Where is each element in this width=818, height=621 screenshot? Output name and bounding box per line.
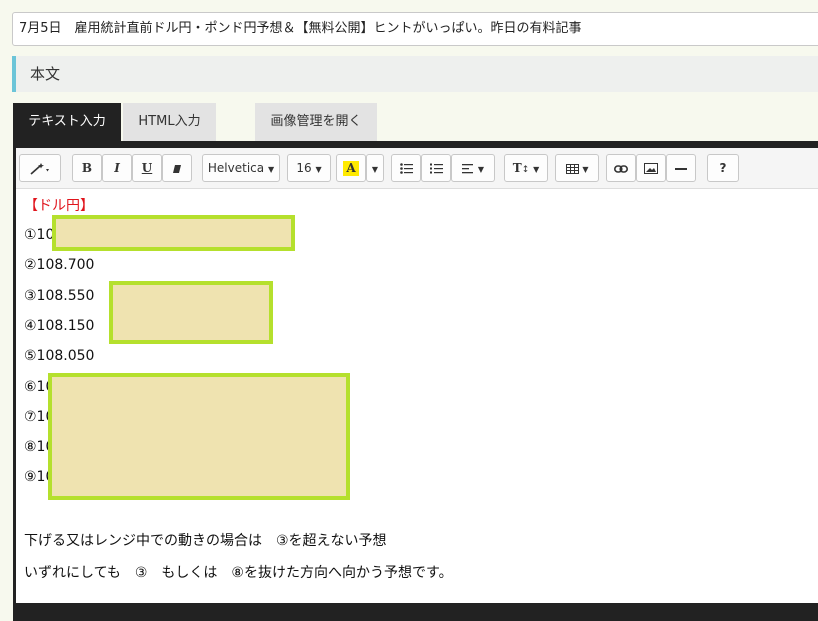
redaction-box	[52, 215, 295, 251]
tab-html-input[interactable]: HTML入力	[123, 103, 216, 141]
caret-down-icon: ▼	[582, 165, 589, 174]
link-button[interactable]	[606, 154, 636, 182]
italic-button[interactable]: I	[102, 154, 132, 182]
font-size-select[interactable]: 16 ▼	[287, 154, 331, 182]
content-heading: 【ドル円】	[24, 198, 94, 214]
insert-image-button[interactable]	[636, 154, 666, 182]
open-image-manager-button[interactable]: 画像管理を開く	[255, 103, 377, 141]
text-color-dropdown[interactable]: ▼	[366, 154, 384, 182]
table-dropdown[interactable]: ▼	[555, 154, 599, 182]
list-item: ④108.150	[24, 318, 95, 334]
align-left-icon	[462, 163, 473, 173]
list-item: ①10	[24, 227, 55, 243]
eraser-button[interactable]	[162, 154, 192, 182]
text-height-icon: T	[512, 161, 522, 175]
caret-down-icon: ▼	[315, 165, 322, 174]
list-item: ③108.550	[24, 288, 95, 304]
font-size-value: 16	[296, 161, 312, 175]
help-button[interactable]: ?	[707, 154, 739, 182]
list-item: ②108.700	[24, 257, 95, 273]
paragraph-align-dropdown[interactable]: ▼	[451, 154, 495, 182]
eraser-icon	[173, 164, 181, 173]
underline-button[interactable]: U	[132, 154, 162, 182]
font-family-value: Helvetica	[207, 161, 265, 175]
editor-toolbar: B I U Helvetica ▼ 16 ▼ A ▼ ▼ T↕ ▼ ▼ ?	[16, 148, 818, 189]
style-dropdown-button[interactable]	[19, 154, 61, 182]
image-icon	[644, 163, 658, 174]
unordered-list-icon	[399, 163, 413, 174]
summary-line: 下げる又はレンジ中での動きの場合は ③を超えない予想	[24, 533, 387, 549]
caret-down-icon: ▼	[477, 165, 484, 174]
table-icon	[565, 163, 579, 174]
magic-wand-icon	[30, 162, 49, 175]
section-heading: 本文	[30, 65, 61, 83]
text-color-button[interactable]: A	[336, 154, 366, 182]
section-header-body: 本文	[12, 56, 818, 92]
caret-down-icon: ▼	[371, 165, 379, 174]
article-title-input[interactable]: 7月5日 雇用統計直前ドル円・ポンド円予想＆【無料公開】ヒントがいっぱい。昨日の…	[12, 12, 818, 46]
text-color-icon: A	[343, 161, 359, 176]
caret-down-icon: ▼	[267, 165, 275, 174]
redaction-box	[109, 281, 273, 344]
ordered-list-icon	[429, 163, 443, 174]
unordered-list-button[interactable]	[391, 154, 421, 182]
caret-down-icon: ▼	[533, 165, 540, 174]
horizontal-rule-icon	[675, 167, 687, 170]
tab-text-input[interactable]: テキスト入力	[13, 103, 121, 141]
font-family-select[interactable]: Helvetica ▼	[202, 154, 280, 182]
bold-button[interactable]: B	[72, 154, 102, 182]
line-height-dropdown[interactable]: T↕ ▼	[504, 154, 548, 182]
link-icon	[614, 164, 628, 173]
redaction-box	[48, 373, 350, 500]
summary-line: いずれにしても ③ もしくは ⑧を抜けた方向へ向かう予想です。	[24, 565, 453, 581]
list-item: ⑤108.050	[24, 348, 95, 364]
ordered-list-button[interactable]	[421, 154, 451, 182]
horizontal-rule-button[interactable]	[666, 154, 696, 182]
